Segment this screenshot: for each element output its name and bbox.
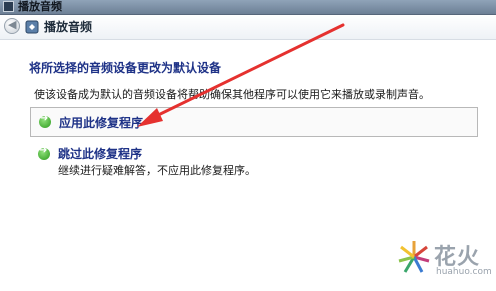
- watermark-logo-icon: [398, 241, 430, 273]
- troubleshooter-window: 播放音频 ◀ 播放音频 将所选择的音频设备更改为默认设备 使该设备成为默认的音频…: [0, 0, 496, 291]
- watermark-domain: huahuo.com: [436, 267, 492, 277]
- watermark: 花火 huahuo.com: [396, 237, 492, 285]
